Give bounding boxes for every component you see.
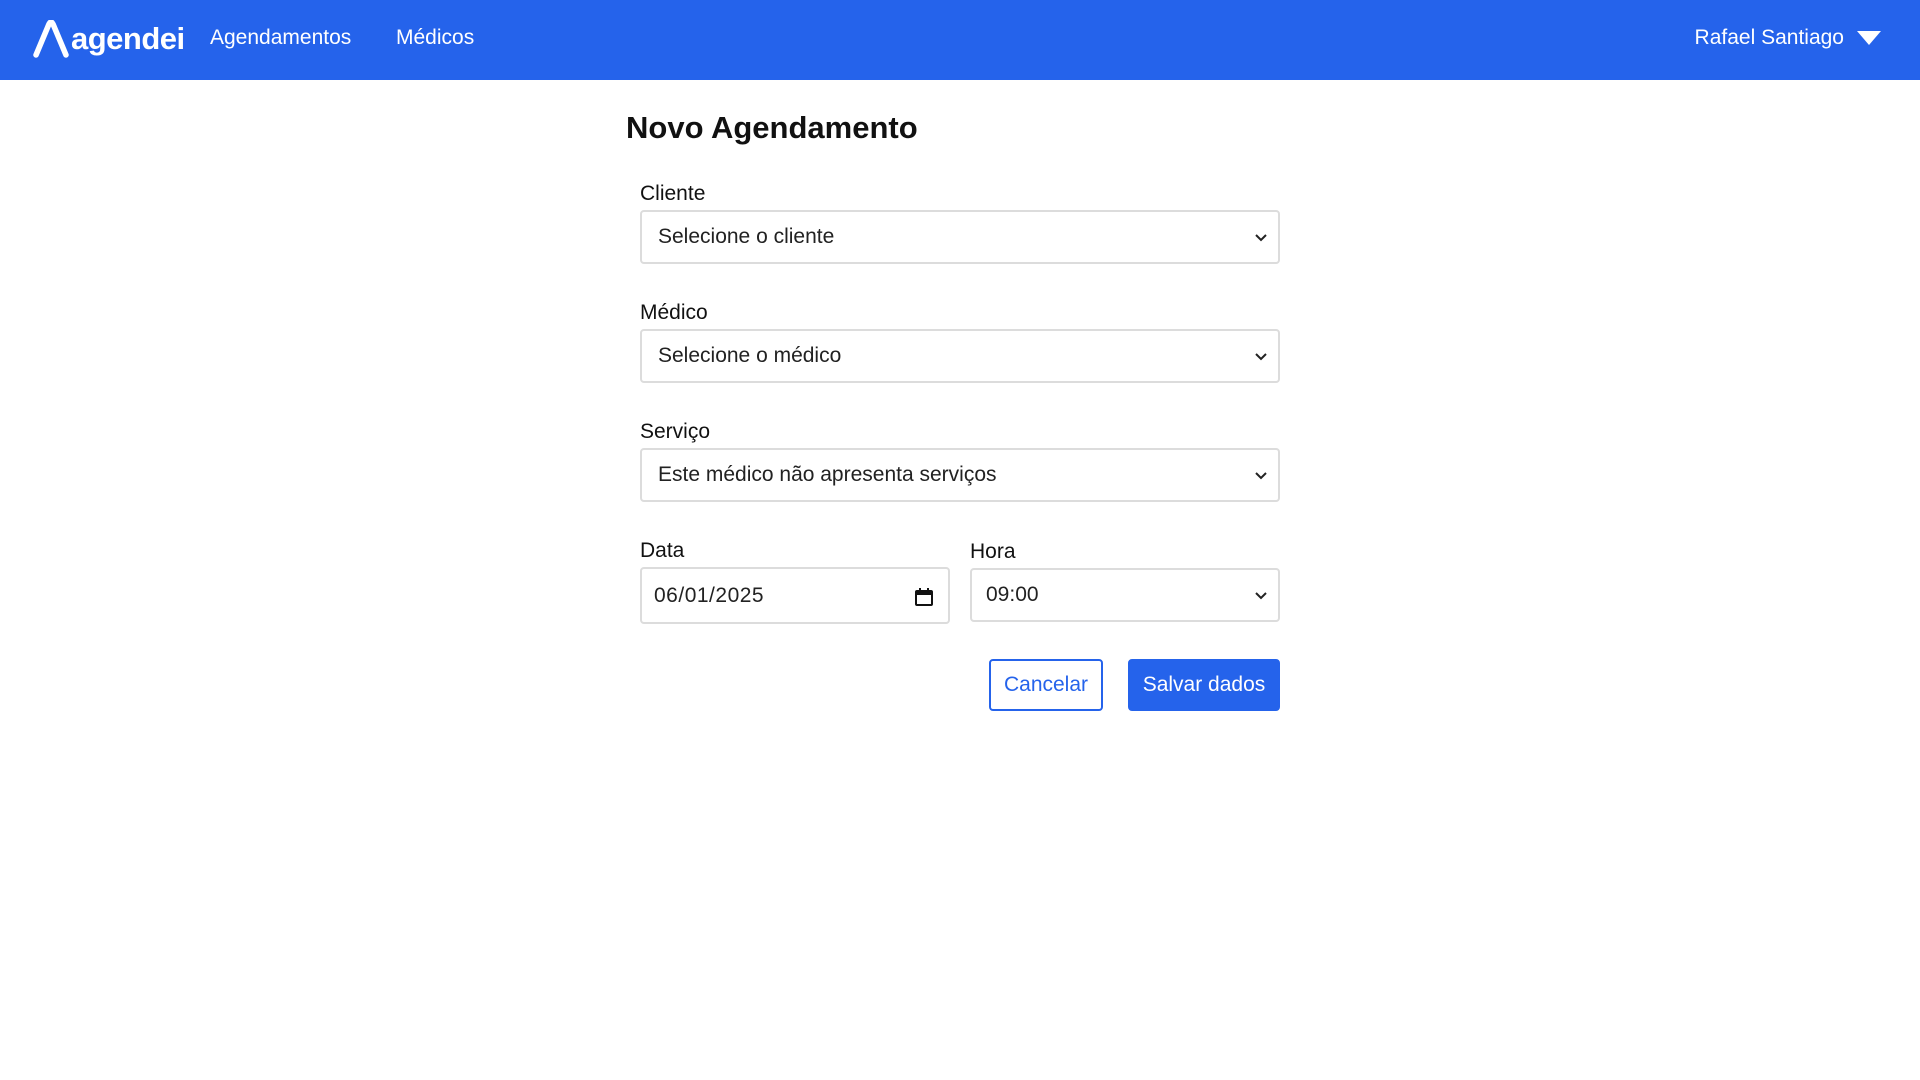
nav-link-medicos[interactable]: Médicos (396, 26, 474, 50)
medico-select[interactable]: Selecione o médico (640, 329, 1280, 383)
hora-select[interactable]: 09:00 (970, 568, 1280, 622)
save-button[interactable]: Salvar dados (1128, 659, 1280, 711)
chevron-down-icon (1255, 353, 1267, 361)
user-menu[interactable]: Rafael Santiago (1695, 26, 1882, 50)
cliente-label: Cliente (640, 182, 706, 205)
user-name: Rafael Santiago (1694, 26, 1844, 49)
agendei-logo-icon (33, 20, 69, 58)
servico-label: Serviço (640, 420, 711, 443)
data-date-input[interactable]: 06/01/2025 (640, 567, 950, 624)
servico-select[interactable]: Este médico não apresenta serviços (640, 448, 1280, 502)
chevron-down-icon (1255, 592, 1267, 600)
brand-logo[interactable]: agendei (33, 18, 185, 60)
chevron-down-icon (1255, 234, 1267, 242)
chevron-down-icon (1255, 472, 1267, 480)
nav-link-agendamentos[interactable]: Agendamentos (210, 26, 351, 50)
medico-select-value: Selecione o médico (658, 344, 842, 367)
data-label: Data (640, 539, 685, 562)
page-title: Novo Agendamento (626, 110, 918, 145)
cliente-select-value: Selecione o cliente (658, 225, 835, 248)
hora-label: Hora (970, 540, 1016, 563)
chevron-down-icon (1857, 31, 1881, 45)
servico-select-value: Este médico não apresenta serviços (658, 463, 997, 486)
data-date-value: 06/01/2025 (654, 583, 765, 607)
hora-select-value: 09:00 (986, 583, 1039, 606)
brand-name: agendei (71, 21, 185, 56)
cliente-select[interactable]: Selecione o cliente (640, 210, 1280, 264)
top-navbar: agendei Agendamentos Médicos Rafael Sant… (0, 0, 1920, 80)
cancel-button[interactable]: Cancelar (989, 659, 1103, 711)
calendar-icon[interactable] (914, 587, 934, 607)
medico-label: Médico (640, 301, 708, 324)
